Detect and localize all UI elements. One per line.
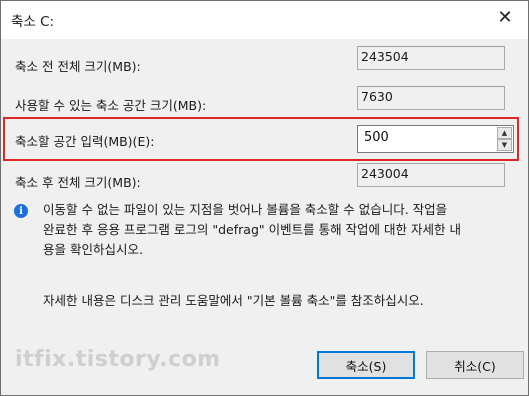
total-after-field: 243004 <box>357 163 505 187</box>
shrink-amount-label: 축소할 공간 입력(MB)(E): <box>15 134 155 149</box>
info-line: 완료한 후 응용 프로그램 로그의 "defrag" 이벤트를 통해 작업에 대… <box>43 222 461 237</box>
total-before-label: 축소 전 전체 크기(MB): <box>15 59 141 74</box>
info-message: 이동할 수 없는 파일이 있는 지점을 벗어나 볼륨을 축소할 수 없습니다. … <box>43 200 513 260</box>
help-reference: 자세한 내용은 디스크 관리 도움말에서 "기본 볼륨 축소"를 참조하십시오. <box>43 293 424 308</box>
spin-up-button[interactable]: ▲ <box>497 127 512 139</box>
cancel-button[interactable]: 취소(C) <box>426 351 524 379</box>
info-line: 용을 확인하십시오. <box>43 242 143 257</box>
arrow-up-icon: ▲ <box>501 128 508 137</box>
arrow-down-icon: ▼ <box>501 140 508 149</box>
spin-down-button[interactable]: ▼ <box>497 139 512 151</box>
shrink-amount-input[interactable]: 500 <box>364 130 389 145</box>
title-bar: 축소 C: ✕ <box>1 1 528 39</box>
shrink-button[interactable]: 축소(S) <box>317 351 415 379</box>
spin-buttons: ▲ ▼ <box>497 127 512 151</box>
available-space-label: 사용할 수 있는 축소 공간 크기(MB): <box>15 98 207 113</box>
window-title: 축소 C: <box>11 14 55 30</box>
info-line: 이동할 수 없는 파일이 있는 지점을 벗어나 볼륨을 축소할 수 없습니다. … <box>43 202 448 217</box>
watermark: itfix.tistory.com <box>15 347 221 372</box>
total-before-field: 243504 <box>357 46 505 70</box>
total-after-label: 축소 후 전체 크기(MB): <box>15 175 141 190</box>
shrink-dialog: 축소 C: ✕ 축소 전 전체 크기(MB): 243504 사용할 수 있는 … <box>0 0 529 396</box>
shrink-amount-spinbox[interactable]: 500 ▲ ▼ <box>357 125 514 153</box>
info-icon: i <box>14 204 28 218</box>
available-space-field: 7630 <box>357 86 505 110</box>
close-button[interactable]: ✕ <box>482 1 528 33</box>
